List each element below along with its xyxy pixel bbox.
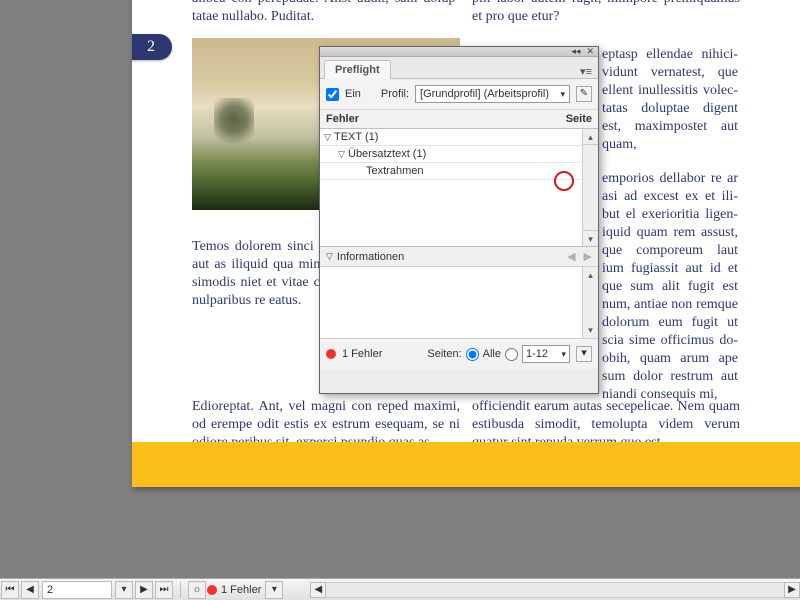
scroll-right-icon[interactable]: ▶ (784, 582, 800, 598)
first-page-button[interactable]: ⏮ (1, 581, 19, 599)
profile-row: Ein Profil: [Grundprofil] (Arbeitsprofil… (320, 79, 598, 110)
tree-label: Textrahmen (366, 165, 560, 177)
status-text: 1 Fehler (342, 348, 382, 360)
radio-all-pages[interactable] (466, 348, 479, 361)
preflight-enable-checkbox[interactable] (326, 88, 339, 101)
info-body: ▴ ▾ (320, 267, 598, 339)
chevron-down-icon: ▾ (560, 89, 565, 100)
statusbar-error[interactable]: 1 Fehler (207, 584, 261, 596)
prev-icon[interactable]: ◀ (567, 250, 575, 263)
tree-row-text[interactable]: ▽ TEXT (1) (320, 129, 598, 146)
tree-row-textrahmen[interactable]: Textrahmen 4 (320, 163, 598, 180)
error-dot-icon (207, 585, 217, 595)
panel-titlebar: ◂◂ ✕ (320, 47, 598, 57)
text-right-lower-peek: emporios dellabor re ar asi ad excest ex… (602, 170, 738, 404)
tab-row: Preflight ▾≡ (320, 57, 598, 79)
page-number-badge: 2 (132, 34, 172, 60)
preflight-panel: ◂◂ ✕ Preflight ▾≡ Ein Profil: [Grundprof… (319, 46, 599, 394)
page-range-field[interactable]: 1-12 ▾ (522, 345, 570, 363)
edit-profile-button[interactable]: ✎ (576, 86, 592, 102)
scroll-up-icon[interactable]: ▴ (583, 267, 598, 283)
app-statusbar: ⏮ ◀ 2 ▾ ▶ ⏭ ☼ 1 Fehler ▾ ◀ ▶ (0, 578, 800, 600)
info-label: Informationen (337, 251, 404, 263)
page-dropdown-button[interactable]: ▾ (115, 581, 133, 599)
divider (180, 582, 181, 598)
radio-all-label: Alle (483, 348, 501, 360)
collapse-icon[interactable]: ◂◂ (571, 46, 580, 57)
next-icon[interactable]: ▶ (584, 250, 592, 263)
tree-label: Übersatztext (1) (348, 148, 560, 160)
profile-label: Profil: (381, 88, 409, 100)
close-icon[interactable]: ✕ (586, 46, 594, 57)
disclosure-triangle-icon[interactable]: ▽ (326, 251, 333, 262)
page-range-value: 1-12 (526, 348, 548, 360)
text-right-beside-image: eptasp ellendae nihici-vidunt vernatest,… (602, 46, 738, 154)
scroll-up-icon[interactable]: ▴ (583, 129, 598, 145)
horizontal-scrollbar[interactable]: ◀ ▶ (310, 582, 800, 598)
header-page: Seite (552, 113, 592, 125)
radio-range-pages[interactable] (505, 348, 518, 361)
error-list-header: Fehler Seite (320, 110, 598, 129)
pages-label: Seiten: (427, 348, 461, 360)
panel-status-row: 1 Fehler Seiten: Alle 1-12 ▾ ▾ (320, 339, 598, 369)
disclosure-triangle-icon[interactable]: ▽ (338, 149, 348, 160)
scroll-down-icon[interactable]: ▾ (583, 230, 598, 246)
disclosure-triangle-icon[interactable]: ▽ (324, 132, 334, 143)
chevron-down-icon: ▾ (561, 349, 566, 360)
scrollbar[interactable]: ▴ ▾ (582, 267, 598, 338)
report-menu-button[interactable]: ▾ (576, 346, 592, 362)
page-number-value: 2 (47, 584, 53, 596)
scroll-down-icon[interactable]: ▾ (583, 322, 598, 338)
prev-page-button[interactable]: ◀ (21, 581, 39, 599)
tree-row-uebersatz[interactable]: ▽ Übersatztext (1) (320, 146, 598, 163)
scroll-left-icon[interactable]: ◀ (310, 582, 326, 598)
profile-dropdown[interactable]: [Grundprofil] (Arbeitsprofil) ▾ (415, 85, 570, 103)
info-header[interactable]: ▽ Informationen ◀ ▶ (320, 247, 598, 267)
page-number-field[interactable]: 2 (42, 581, 112, 599)
scrollbar[interactable]: ▴ ▾ (582, 129, 598, 246)
tree-label: TEXT (1) (334, 131, 560, 143)
text-col-left-top: alibea con perepudae. Alist audit, sam d… (192, 0, 460, 26)
text-col-right-top: plit labor autem fugit, mimpore premiqua… (472, 0, 740, 26)
preflight-enable-label: Ein (345, 88, 361, 100)
panel-menu-icon[interactable]: ▾≡ (574, 65, 598, 78)
header-error: Fehler (326, 113, 552, 125)
error-dot-icon (326, 349, 336, 359)
statusbar-error-dropdown[interactable]: ▾ (265, 581, 283, 599)
tab-preflight[interactable]: Preflight (324, 60, 391, 79)
footer-band (132, 442, 800, 487)
open-preflight-button[interactable]: ☼ (188, 581, 206, 599)
next-page-button[interactable]: ▶ (135, 581, 153, 599)
profile-value: [Grundprofil] (Arbeitsprofil) (420, 88, 549, 100)
last-page-button[interactable]: ⏭ (155, 581, 173, 599)
error-list: ▽ TEXT (1) ▽ Übersatztext (1) Textrahmen… (320, 129, 598, 247)
statusbar-error-text: 1 Fehler (221, 584, 261, 596)
